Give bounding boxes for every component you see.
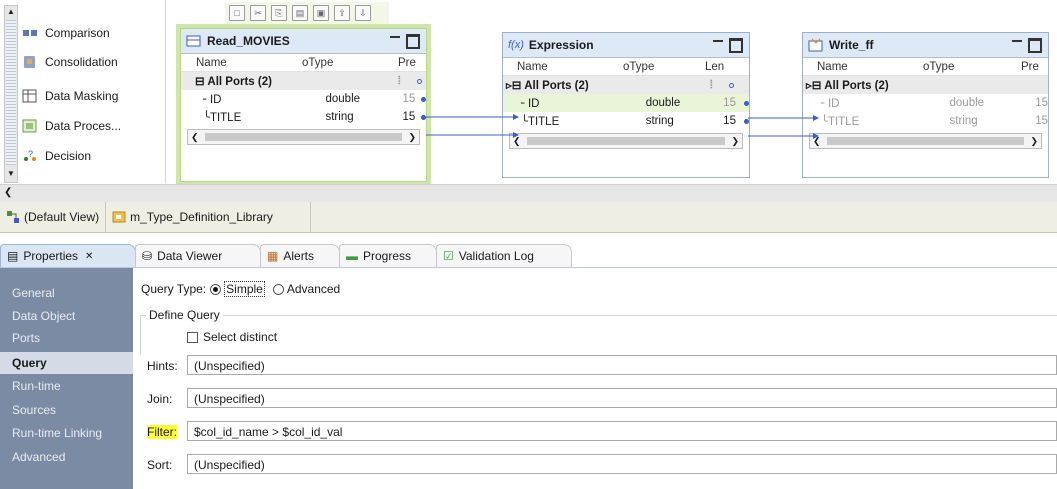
nav-item-data-object[interactable]: Data Object	[0, 305, 133, 327]
view-tabs-bar: (Default View) m_Type_Definition_Library	[0, 202, 1057, 233]
progress-icon: ▬	[346, 249, 358, 263]
tab-label: Alerts	[283, 249, 315, 263]
close-icon[interactable]: ✕	[85, 251, 93, 262]
tab-label: (Default View)	[24, 210, 100, 224]
nav-item-sources[interactable]: Sources	[0, 399, 133, 421]
simple-radio[interactable]	[210, 283, 222, 295]
tab-label: m_Type_Definition_Library	[130, 210, 273, 224]
tab-default-view[interactable]: (Default View)	[0, 202, 107, 232]
nav-item-advanced[interactable]: Advanced	[0, 446, 133, 468]
tab-label: Properties	[23, 249, 79, 263]
select-distinct-row: Select distinct	[187, 330, 277, 344]
filter-label: Filter:	[147, 425, 177, 439]
nav-item-ports[interactable]: Ports	[0, 327, 133, 349]
tab-alerts[interactable]: ▦ Alerts	[260, 244, 340, 267]
properties-nav: General Data Object Ports Query Run-time…	[0, 268, 133, 489]
hints-field[interactable]: (Unspecified)	[187, 355, 1057, 375]
nav-item-general[interactable]: General	[0, 282, 133, 304]
define-query-legend: Define Query	[146, 308, 223, 322]
mapping-icon	[112, 211, 126, 223]
canvas-hscrollbar[interactable]: ❮	[0, 184, 1057, 203]
properties-tabs: ▤ Properties ✕ ⛁ Data Viewer ▦ Alerts ▬ …	[0, 242, 1057, 268]
view-icon	[7, 211, 19, 223]
nav-item-run-time-linking[interactable]: Run-time Linking	[0, 422, 133, 444]
sort-field[interactable]: (Unspecified)	[187, 454, 1057, 474]
sort-label: Sort:	[147, 458, 173, 472]
simple-radio-label[interactable]: Simple	[224, 281, 265, 297]
port-links	[426, 114, 819, 139]
validation-log-icon: ☑	[443, 249, 454, 263]
tab-label: Data Viewer	[157, 249, 223, 263]
alerts-icon: ▦	[267, 249, 279, 263]
query-type-label: Query Type:	[141, 282, 207, 296]
define-query-divider	[140, 315, 1057, 316]
join-field[interactable]: (Unspecified)	[187, 388, 1057, 408]
advanced-radio-label[interactable]: Advanced	[287, 282, 340, 296]
data-viewer-icon: ⛁	[142, 249, 153, 263]
join-label: Join:	[147, 392, 173, 406]
scroll-left-icon[interactable]: ❮	[4, 187, 12, 198]
select-distinct-checkbox[interactable]	[187, 331, 198, 343]
hints-label: Hints:	[147, 359, 178, 373]
define-query-border	[140, 315, 141, 355]
select-distinct-label[interactable]: Select distinct	[203, 330, 277, 344]
tab-progress[interactable]: ▬ Progress	[339, 244, 437, 267]
tab-properties[interactable]: ▤ Properties ✕	[0, 244, 136, 267]
filter-field[interactable]: $col_id_name > $col_id_val	[187, 421, 1057, 441]
tab-label: Validation Log	[458, 249, 534, 263]
tab-mapping[interactable]: m_Type_Definition_Library	[106, 202, 312, 232]
properties-icon: ▤	[7, 249, 19, 263]
tab-data-viewer[interactable]: ⛁ Data Viewer	[135, 244, 261, 267]
tab-label: Progress	[363, 249, 412, 263]
nav-item-query[interactable]: Query	[0, 352, 133, 374]
define-query-label: Define Query	[149, 308, 220, 322]
advanced-radio[interactable]	[272, 283, 284, 295]
tab-validation-log[interactable]: ☑ Validation Log	[436, 244, 572, 267]
nav-item-run-time[interactable]: Run-time	[0, 375, 133, 397]
query-type-row: Query Type: Simple Advanced	[141, 281, 340, 297]
